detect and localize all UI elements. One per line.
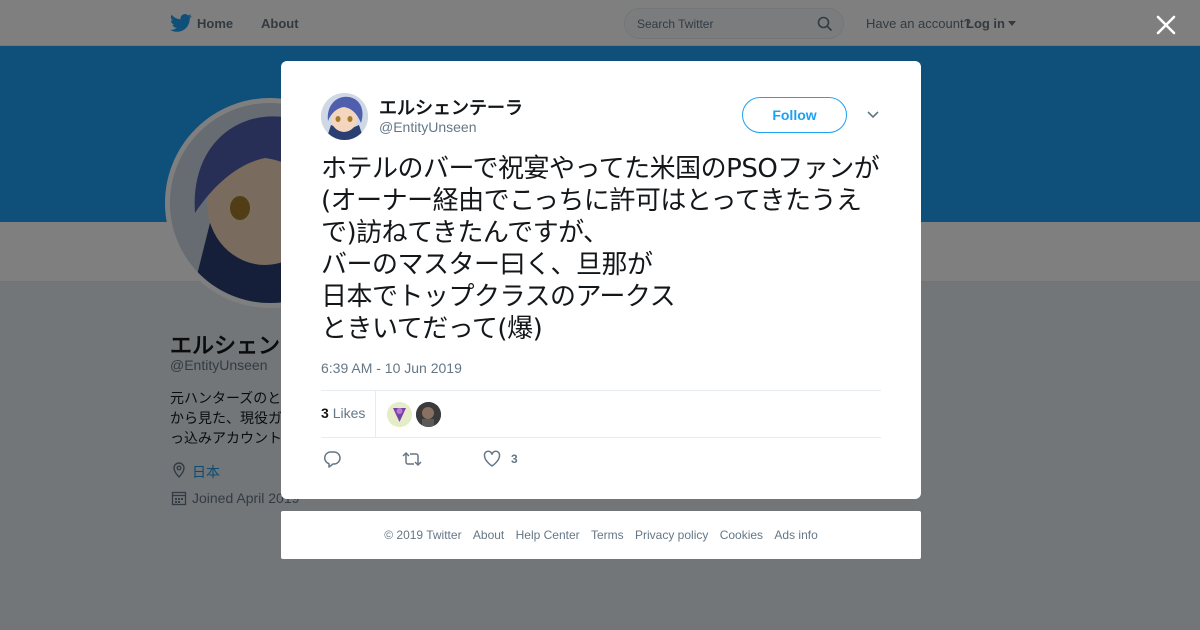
avatar-illustration: [387, 402, 412, 427]
footer-link-terms[interactable]: Terms: [591, 528, 624, 542]
liker-avatar[interactable]: [416, 402, 441, 427]
footer-link-ads-info[interactable]: Ads info: [774, 528, 817, 542]
divider: [375, 391, 376, 437]
tweet-permalink-card: エルシェンテーラ @EntityUnseen Follow ホテルのバーで祝宴や…: [281, 61, 921, 499]
retweet-icon[interactable]: [402, 450, 422, 468]
footer-link-about[interactable]: About: [473, 528, 504, 542]
divider: [321, 390, 881, 391]
likes-stat[interactable]: 3 Likes: [321, 405, 365, 421]
reply-icon[interactable]: [323, 450, 341, 468]
avatar-illustration: [416, 402, 441, 427]
footer-link-cookies[interactable]: Cookies: [720, 528, 763, 542]
heart-icon[interactable]: [483, 450, 501, 468]
divider: [321, 437, 881, 438]
footer: © 2019 Twitter About Help Center Terms P…: [281, 511, 921, 559]
footer-link-help-center[interactable]: Help Center: [516, 528, 580, 542]
footer-link-privacy[interactable]: Privacy policy: [635, 528, 708, 542]
footer-copyright: © 2019 Twitter: [384, 528, 462, 542]
tweet-timestamp[interactable]: 6:39 AM - 10 Jun 2019: [321, 360, 462, 376]
like-action-count: 3: [511, 452, 518, 466]
tweet-author-handle[interactable]: @EntityUnseen: [379, 119, 476, 135]
liker-avatar[interactable]: [387, 402, 412, 427]
likes-count: 3: [321, 405, 329, 421]
tweet-text: ホテルのバーで祝宴やってた米国のPSOファンが(オーナー経由でこっちに許可はとっ…: [321, 154, 880, 344]
likes-label: Likes: [332, 405, 366, 421]
close-icon[interactable]: [1153, 12, 1179, 38]
chevron-down-icon[interactable]: [866, 109, 880, 121]
avatar-illustration: [321, 93, 368, 140]
tweet-author-avatar[interactable]: [321, 93, 368, 140]
follow-button[interactable]: Follow: [742, 97, 847, 133]
tweet-author-name[interactable]: エルシェンテーラ: [379, 94, 523, 120]
